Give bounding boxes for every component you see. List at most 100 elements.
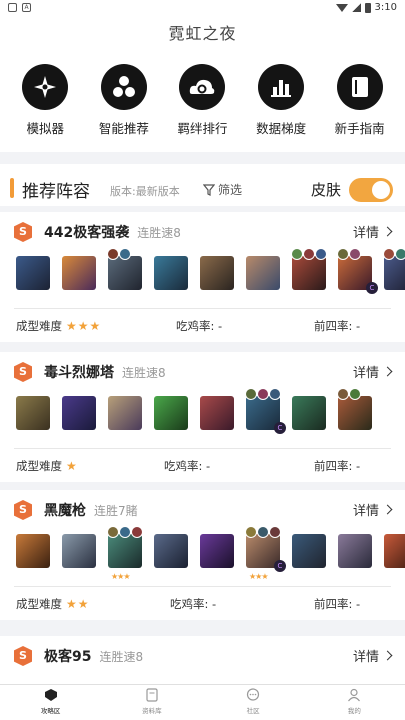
champion-portrait[interactable] (383, 248, 405, 290)
notification-icon (8, 3, 17, 12)
chat-icon (247, 688, 260, 701)
champion-portrait[interactable] (16, 396, 50, 430)
filter-button[interactable]: 筛选 (203, 181, 242, 198)
item-icon (315, 248, 327, 260)
a-icon: A (22, 3, 31, 12)
star-level: ★★★ (111, 572, 130, 581)
bottom-tab-bar: 攻略区 资料库 社区 我的 (0, 684, 405, 720)
tab-guide[interactable]: 攻略区 (21, 688, 81, 720)
item-icon (337, 388, 349, 400)
skin-toggle[interactable] (349, 178, 393, 202)
comp-card[interactable]: S 毒斗烈娜塔 连胜速8 详情 C 成型难度 ★ 吃鸡率: - 前四率: - (0, 352, 405, 482)
chosen-icon: C (274, 560, 286, 572)
champion-portrait[interactable] (107, 248, 142, 290)
difficulty-stat: 成型难度 ★★ (16, 596, 90, 612)
nav-data-tier[interactable]: 数据梯度 (243, 64, 319, 152)
win-rate: 吃鸡率: - (164, 459, 211, 473)
comp-name: 442极客强袭 (44, 225, 130, 241)
shield-icon (44, 689, 57, 701)
nav-trait-ranking[interactable]: 羁绊排行 (164, 64, 240, 152)
bar-chart-icon (258, 64, 305, 110)
win-rate: 吃鸡率: - (170, 597, 217, 611)
version-selector[interactable]: 版本:最新版本 (110, 183, 180, 199)
champion-portrait[interactable] (200, 534, 234, 568)
champion-portrait[interactable] (62, 534, 96, 568)
item-icon (337, 248, 349, 260)
top4-rate: 前四率: - (314, 597, 361, 611)
nav-label: 新手指南 (334, 121, 385, 136)
nav-smart-recommend[interactable]: 智能推荐 (86, 64, 162, 152)
comp-streak: 连胜速8 (137, 225, 181, 240)
detail-link[interactable]: 详情 (353, 500, 393, 519)
champion-portrait[interactable] (291, 248, 327, 290)
champion-portrait[interactable] (384, 534, 405, 568)
item-icon (107, 248, 119, 260)
nav-label: 模拟器 (26, 121, 65, 136)
champion-portrait[interactable] (62, 256, 96, 290)
nav-beginner-guide[interactable]: 新手指南 (322, 64, 398, 152)
comp-streak: 连胜7賭 (94, 503, 138, 518)
nav-label: 数据梯度 (256, 121, 307, 136)
champion-portrait[interactable] (154, 534, 188, 568)
chevron-right-icon (382, 650, 393, 661)
tab-profile[interactable]: 我的 (324, 688, 384, 720)
item-icon (257, 526, 269, 538)
champion-portrait[interactable]: C (337, 248, 378, 294)
difficulty-stars: ★ (66, 459, 78, 473)
champion-portrait[interactable] (200, 256, 234, 290)
difficulty-label: 成型难度 (16, 597, 62, 611)
tab-database[interactable]: 资料库 (122, 688, 182, 720)
divider (14, 586, 391, 587)
champion-portrait[interactable] (16, 256, 50, 290)
champion-portrait[interactable] (338, 534, 372, 568)
tier-badge: S (14, 646, 32, 666)
item-icon (383, 248, 395, 260)
detail-link[interactable]: 详情 (352, 646, 393, 665)
champion-portrait[interactable]: ★★★ (107, 526, 143, 581)
book-icon (336, 64, 383, 110)
chosen-icon: C (274, 422, 286, 434)
item-icon (269, 388, 281, 400)
item-icon (119, 248, 131, 260)
champion-portrait[interactable]: C (245, 388, 286, 434)
comp-card[interactable]: S 黑魔枪 连胜7賭 详情 ★★★ ★★★ C 成型难度 ★★ 吃鸡率: - 前四率… (0, 490, 405, 620)
chevron-right-icon (382, 226, 393, 237)
divider (14, 308, 391, 309)
nav-simulator[interactable]: 模拟器 (7, 64, 83, 152)
champion-portrait[interactable] (292, 534, 326, 568)
comp-card[interactable]: S 442极客强袭 连胜速8 详情 C 成型难度 ★★★ 吃鸡率: - 前四率: … (0, 212, 405, 342)
comp-card[interactable]: S 极客95 连胜速8 详情 (0, 636, 405, 684)
battery-icon (364, 2, 371, 13)
comp-streak: 连胜速8 (122, 365, 166, 380)
champion-portrait[interactable] (16, 534, 50, 568)
champion-portrait[interactable] (154, 396, 188, 430)
champion-portrait[interactable] (154, 256, 188, 290)
cluster-icon (100, 64, 147, 110)
recommended-comps-header: 推荐阵容 版本:最新版本 筛选 皮肤 (0, 164, 405, 206)
champion-portrait[interactable] (200, 396, 234, 430)
champion-portrait[interactable] (292, 396, 326, 430)
difficulty-label: 成型难度 (16, 319, 62, 333)
tier-badge: S (14, 222, 32, 242)
detail-link[interactable]: 详情 (352, 222, 393, 241)
detail-label: 详情 (352, 650, 379, 665)
champion-portrait[interactable]: ★★★ C (245, 526, 286, 581)
detail-label: 详情 (352, 226, 379, 241)
tab-label: 资料库 (142, 707, 162, 715)
champion-portrait[interactable] (62, 396, 96, 430)
shuriken-icon (22, 64, 69, 110)
detail-label: 详情 (352, 366, 379, 381)
comp-name: 极客95 (44, 649, 92, 665)
tier-badge: S (14, 500, 32, 520)
detail-link[interactable]: 详情 (352, 362, 393, 381)
champion-portrait[interactable] (337, 388, 372, 430)
item-icon (395, 248, 405, 260)
top4-rate: 前四率: - (314, 459, 361, 473)
tab-community[interactable]: 社区 (223, 688, 283, 720)
skin-label: 皮肤 (311, 181, 342, 199)
champion-portrait[interactable] (108, 396, 142, 430)
chevron-right-icon (382, 504, 393, 515)
champion-portrait[interactable] (246, 256, 280, 290)
cloud-swirl-icon (179, 64, 226, 110)
status-time: 3:10 (374, 2, 397, 13)
